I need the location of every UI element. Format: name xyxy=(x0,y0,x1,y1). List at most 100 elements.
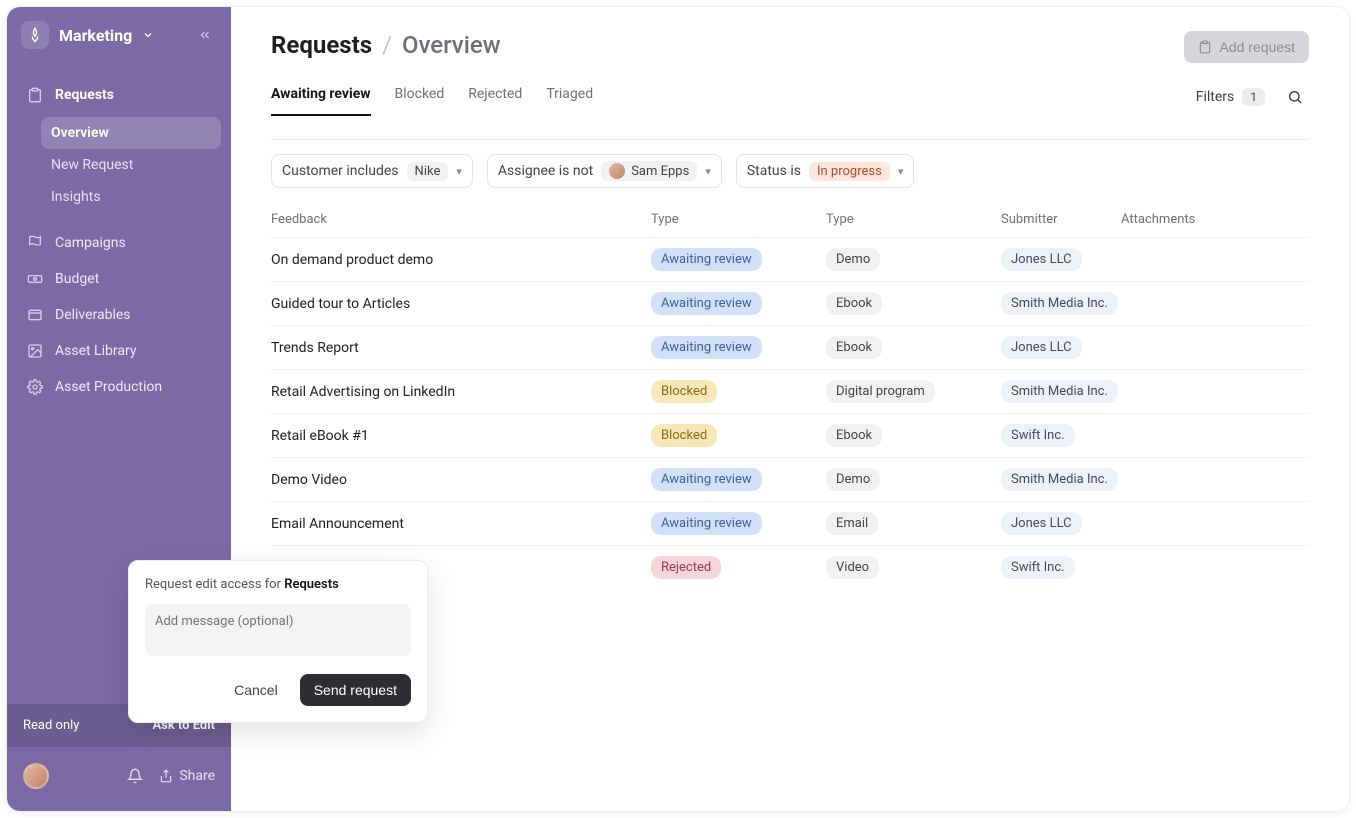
filter-chip[interactable]: Assignee is notSam Epps▾ xyxy=(487,154,722,188)
column-header[interactable]: Submitter xyxy=(1001,212,1121,227)
add-request-label: Add request xyxy=(1220,39,1296,55)
cell-feedback: Demo Video xyxy=(271,472,651,488)
filter-chip[interactable]: Customer includesNike▾ xyxy=(271,154,473,188)
cell-type: Digital program xyxy=(826,380,1001,403)
nav-item-campaigns[interactable]: Campaigns xyxy=(17,225,221,261)
tabs-actions: Filters 1 xyxy=(1196,83,1309,119)
breadcrumb-current: Overview xyxy=(402,31,501,59)
column-header[interactable]: Type xyxy=(826,212,1001,227)
filters-count: 1 xyxy=(1242,88,1265,106)
tab-rejected[interactable]: Rejected xyxy=(468,86,522,116)
chip-field: Customer includes xyxy=(282,163,399,179)
status-pill: Blocked xyxy=(651,380,717,403)
cash-icon xyxy=(27,271,43,287)
cell-status: Awaiting review xyxy=(651,248,826,271)
nav-item-label: Requests xyxy=(55,87,114,103)
user-avatar[interactable] xyxy=(23,763,49,789)
share-label: Share xyxy=(179,768,215,784)
column-header[interactable]: Type xyxy=(651,212,826,227)
table-row[interactable]: Guided tour to ArticlesAwaiting reviewEb… xyxy=(271,281,1309,325)
workspace-selector[interactable]: Marketing xyxy=(21,21,154,49)
search-button[interactable] xyxy=(1281,83,1309,111)
clipboard-icon xyxy=(1198,40,1212,54)
subnav: OverviewNew RequestInsights xyxy=(17,117,221,213)
column-header[interactable]: Feedback xyxy=(271,212,651,227)
share-button[interactable]: Share xyxy=(159,768,215,784)
tab-triaged[interactable]: Triaged xyxy=(546,86,593,116)
image-icon xyxy=(27,343,43,359)
tab-blocked[interactable]: Blocked xyxy=(395,86,445,116)
table-row[interactable]: On demand product demoAwaiting reviewDem… xyxy=(271,237,1309,281)
table-row[interactable]: Trends ReportAwaiting reviewEbookJones L… xyxy=(271,325,1309,369)
type-pill: Ebook xyxy=(826,292,882,315)
cell-submitter: Jones LLC xyxy=(1001,336,1121,359)
cell-type: Email xyxy=(826,512,1001,535)
nav-item-label: Budget xyxy=(55,271,99,287)
collapse-sidebar-button[interactable] xyxy=(193,23,217,47)
add-request-button[interactable]: Add request xyxy=(1184,31,1310,63)
table-row[interactable]: Retail eBook #1BlockedEbookSwift Inc. xyxy=(271,413,1309,457)
table-row[interactable]: Demo VideoAwaiting reviewDemoSmith Media… xyxy=(271,457,1309,501)
nav-item-requests[interactable]: Requests xyxy=(17,77,221,113)
cell-feedback: Retail Advertising on LinkedIn xyxy=(271,384,651,400)
cancel-button[interactable]: Cancel xyxy=(224,674,288,706)
type-pill: Demo xyxy=(826,468,880,491)
nav-item-asset-library[interactable]: Asset Library xyxy=(17,333,221,369)
subnav-item-new-request[interactable]: New Request xyxy=(41,149,221,181)
filters-label: Filters xyxy=(1196,89,1235,105)
chip-token: In progress xyxy=(809,162,890,181)
sidebar-footer: Share xyxy=(7,747,231,811)
cell-type: Demo xyxy=(826,248,1001,271)
nav-item-budget[interactable]: Budget xyxy=(17,261,221,297)
subnav-item-overview[interactable]: Overview xyxy=(41,117,221,149)
type-pill: Email xyxy=(826,512,878,535)
table-row[interactable]: Retail Advertising on LinkedInBlocked Dig… xyxy=(271,369,1309,413)
cell-submitter: Swift Inc. xyxy=(1001,556,1121,579)
readonly-label: Read only xyxy=(23,718,79,733)
cell-type: Ebook xyxy=(826,424,1001,447)
status-pill: Awaiting review xyxy=(651,336,762,359)
submitter-pill: Smith Media Inc. xyxy=(1001,292,1118,315)
submitter-pill: Smith Media Inc. xyxy=(1001,380,1118,403)
cell-status: Awaiting review xyxy=(651,336,826,359)
submitter-pill: Swift Inc. xyxy=(1001,556,1075,579)
chevron-down-icon: ▾ xyxy=(898,165,904,178)
cell-status: Awaiting review xyxy=(651,512,826,535)
type-pill: Digital program xyxy=(826,380,935,403)
chevron-down-icon xyxy=(142,29,154,41)
filter-chip-row: Customer includesNike▾Assignee is notSam… xyxy=(271,139,1309,202)
modal-message-input[interactable] xyxy=(145,604,411,656)
filters-button[interactable]: Filters 1 xyxy=(1196,88,1265,106)
tabs-row: Awaiting review Blocked Rejected Triaged Fi… xyxy=(231,83,1349,121)
nav-item-asset-production[interactable]: Asset Production xyxy=(17,369,221,405)
tab-awaiting-review[interactable]: Awaiting review xyxy=(271,86,371,116)
type-pill: Ebook xyxy=(826,336,882,359)
status-pill: Awaiting review xyxy=(651,512,762,535)
cell-type: Ebook xyxy=(826,336,1001,359)
column-header[interactable]: Attachments xyxy=(1121,212,1261,227)
cell-status: Blocked xyxy=(651,380,826,403)
bell-icon[interactable] xyxy=(127,768,143,784)
nav-item-label: Campaigns xyxy=(55,235,126,251)
nav-item-deliverables[interactable]: Deliverables xyxy=(17,297,221,333)
cell-type: Video xyxy=(826,556,1001,579)
breadcrumb-root[interactable]: Requests xyxy=(271,31,372,59)
subnav-item-insights[interactable]: Insights xyxy=(41,181,221,213)
table-row[interactable]: Email AnnouncementAwaiting reviewEmailJo… xyxy=(271,501,1309,545)
submitter-pill: Jones LLC xyxy=(1001,512,1082,535)
chevron-down-icon: ▾ xyxy=(705,165,711,178)
status-pill: Awaiting review xyxy=(651,468,762,491)
chip-token: Nike xyxy=(407,162,449,181)
chip-field: Status is xyxy=(747,163,801,179)
cell-submitter: Swift Inc. xyxy=(1001,424,1121,447)
cell-submitter: Smith Media Inc. xyxy=(1001,380,1121,403)
filter-chip[interactable]: Status is In progress ▾ xyxy=(736,154,915,188)
search-icon xyxy=(1287,89,1303,105)
cell-status: Blocked xyxy=(651,424,826,447)
send-request-button[interactable]: Send request xyxy=(300,674,411,706)
status-pill: Awaiting review xyxy=(651,292,762,315)
clipboard-icon xyxy=(27,87,43,103)
workspace-icon xyxy=(21,21,49,49)
type-pill: Video xyxy=(826,556,879,579)
avatar-icon xyxy=(609,163,625,179)
